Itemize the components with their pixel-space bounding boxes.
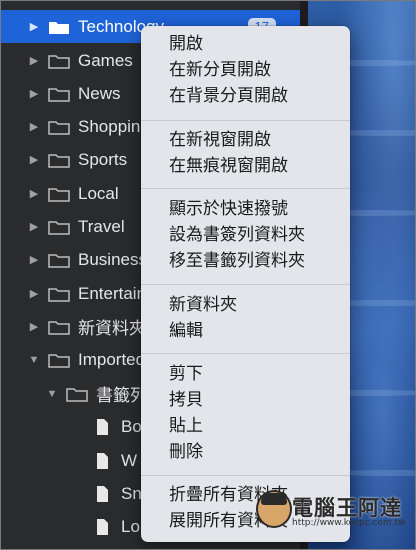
sidebar-item-label: W — [121, 450, 138, 470]
menu-item-cut[interactable]: 剪下 — [169, 362, 203, 386]
sidebar-item-label: Travel — [78, 216, 125, 236]
folder-icon — [48, 319, 70, 335]
disclosure-right-icon[interactable]: ▶ — [28, 320, 40, 333]
menu-item-show-in-speed-dial[interactable]: 顯示於快速撥號 — [169, 197, 288, 221]
mascot-face-icon — [256, 490, 292, 528]
sidebar-item-label: Business — [78, 249, 147, 269]
disclosure-right-icon[interactable]: ▶ — [28, 287, 40, 300]
menu-item-new-folder[interactable]: 新資料夾 — [169, 293, 237, 317]
sidebar-item-label: Sn — [121, 483, 142, 503]
page-icon — [96, 418, 109, 435]
sidebar-item-label: Sports — [78, 149, 128, 169]
menu-item-edit[interactable]: 編輯 — [169, 319, 203, 343]
disclosure-right-icon[interactable]: ▶ — [28, 253, 40, 266]
folder-icon — [48, 252, 70, 268]
disclosure-right-icon[interactable]: ▶ — [28, 187, 40, 200]
page-icon — [96, 452, 109, 469]
disclosure-right-icon[interactable]: ▶ — [28, 153, 40, 166]
sidebar-item-label: Imported — [78, 349, 146, 369]
menu-item-delete[interactable]: 刪除 — [169, 440, 203, 464]
page-icon — [96, 485, 109, 502]
sidebar-item-label: Bo — [121, 416, 142, 436]
sidebar-item-label: News — [78, 83, 121, 103]
watermark-logo: 電腦王阿達 http://www.kocpc.com.tw — [256, 486, 406, 536]
sidebar-item-label: Shopping — [78, 116, 150, 136]
menu-item-move-to-bookmarks-bar-folder[interactable]: 移至書籤列資料夾 — [169, 249, 305, 273]
folder-icon — [48, 152, 70, 168]
menu-item-paste[interactable]: 貼上 — [169, 414, 203, 438]
menu-separator — [141, 188, 350, 189]
menu-item-open[interactable]: 開啟 — [169, 32, 203, 56]
sidebar-item-label: 新資料夾 — [78, 319, 146, 338]
menu-separator — [141, 353, 350, 354]
sidebar-item-label: Lo — [121, 516, 140, 536]
folder-icon — [48, 186, 70, 202]
disclosure-right-icon[interactable]: ▶ — [28, 87, 40, 100]
sidebar-item-label: Local — [78, 183, 119, 203]
context-menu: 開啟 在新分頁開啟 在背景分頁開啟 在新視窗開啟 在無痕視窗開啟 顯示於快速撥號… — [141, 26, 350, 542]
disclosure-right-icon[interactable]: ▶ — [28, 220, 40, 233]
menu-item-set-as-bookmarks-bar-folder[interactable]: 設為書簽列資料夾 — [169, 223, 305, 247]
menu-separator — [141, 284, 350, 285]
menu-item-open-in-new-window[interactable]: 在新視窗開啟 — [169, 128, 271, 152]
folder-icon — [48, 219, 70, 235]
menu-item-open-in-background-tab[interactable]: 在背景分頁開啟 — [169, 84, 288, 108]
menu-item-open-in-new-tab[interactable]: 在新分頁開啟 — [169, 58, 271, 82]
disclosure-right-icon[interactable]: ▶ — [28, 20, 40, 33]
disclosure-right-icon[interactable]: ▶ — [28, 54, 40, 67]
folder-icon — [66, 386, 88, 402]
folder-icon — [48, 286, 70, 302]
sidebar-item-label: Games — [78, 50, 133, 70]
folder-icon — [48, 119, 70, 135]
folder-icon — [48, 19, 70, 35]
folder-icon — [48, 53, 70, 69]
menu-item-open-in-private-window[interactable]: 在無痕視窗開啟 — [169, 154, 288, 178]
menu-separator — [141, 120, 350, 121]
disclosure-right-icon[interactable]: ▶ — [28, 120, 40, 133]
folder-icon — [48, 86, 70, 102]
page-icon — [96, 518, 109, 535]
disclosure-down-icon[interactable]: ▼ — [28, 354, 40, 366]
folder-icon — [48, 352, 70, 368]
menu-separator — [141, 475, 350, 476]
sidebar-item-label: 書籤列 — [96, 386, 147, 405]
menu-item-copy[interactable]: 拷貝 — [169, 388, 203, 412]
disclosure-down-icon[interactable]: ▼ — [46, 388, 58, 400]
watermark-url: http://www.kocpc.com.tw — [292, 518, 406, 528]
